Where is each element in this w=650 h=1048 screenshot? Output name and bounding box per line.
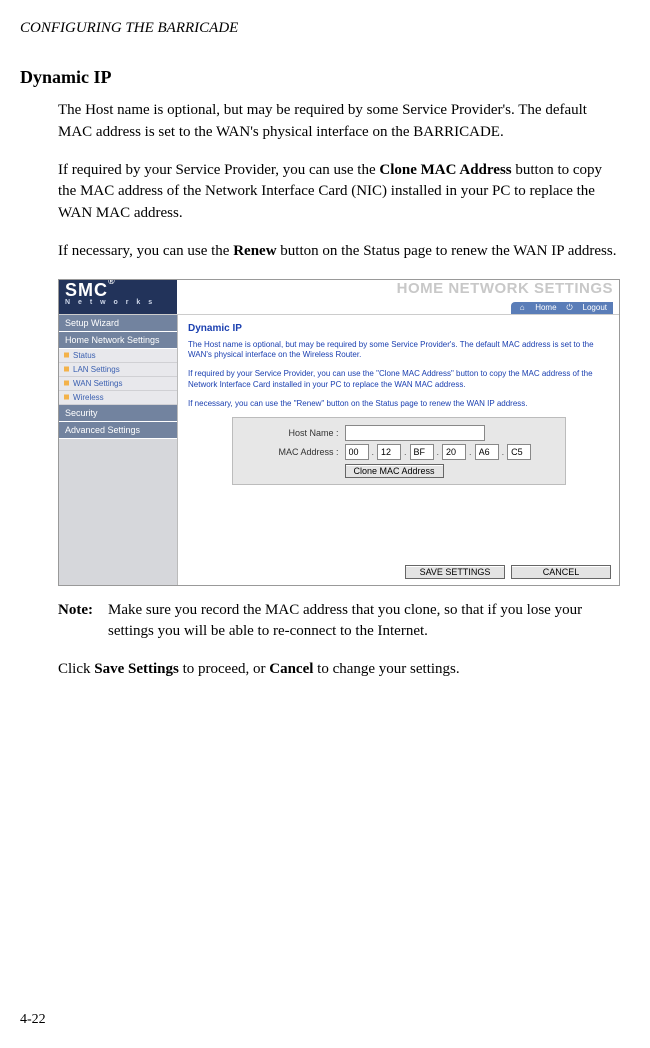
screenshot-ui: SMC® N e t w o r k s HOME NETWORK SETTIN… [58, 279, 620, 586]
closing-c: to change your settings. [313, 661, 459, 677]
mac-seg-6[interactable] [507, 444, 531, 460]
logout-icon[interactable]: ⏻ [565, 303, 575, 313]
paragraph-1: The Host name is optional, but may be re… [58, 100, 620, 144]
para3-a: If necessary, you can use the [58, 243, 233, 259]
logo-reg: ® [108, 280, 116, 286]
nav-wan-settings[interactable]: WAN Settings [59, 377, 177, 391]
mac-sep: . [499, 447, 508, 457]
closing-bold1: Save Settings [94, 661, 179, 677]
closing-paragraph: Click Save Settings to proceed, or Cance… [58, 659, 620, 681]
logout-link[interactable]: Logout [583, 303, 607, 312]
form-box: Host Name : MAC Address : . . . . . Clon… [232, 417, 566, 485]
nav-status[interactable]: Status [59, 349, 177, 363]
banner-title: HOME NETWORK SETTINGS [183, 280, 613, 298]
note-label: Note: [58, 600, 108, 644]
nav-wireless[interactable]: Wireless [59, 391, 177, 405]
mac-seg-1[interactable] [345, 444, 369, 460]
mac-sep: . [401, 447, 410, 457]
para3-bold: Renew [233, 243, 276, 259]
paragraph-2: If required by your Service Provider, yo… [58, 160, 620, 225]
screenshot-header: SMC® N e t w o r k s HOME NETWORK SETTIN… [59, 280, 619, 315]
mac-sep: . [434, 447, 443, 457]
logo-sub: N e t w o r k s [59, 299, 177, 306]
panel-p1: The Host name is optional, but may be re… [188, 340, 609, 362]
para2-a: If required by your Service Provider, yo… [58, 162, 379, 178]
panel-p3: If necessary, you can use the "Renew" bu… [188, 399, 609, 410]
closing-a: Click [58, 661, 94, 677]
logo-text: SMC [65, 280, 108, 300]
mac-seg-4[interactable] [442, 444, 466, 460]
footer-buttons: SAVE SETTINGS CANCEL [405, 565, 611, 579]
closing-b: to proceed, or [179, 661, 269, 677]
mac-seg-5[interactable] [475, 444, 499, 460]
page-number: 4-22 [20, 1012, 46, 1028]
nav-lan-settings[interactable]: LAN Settings [59, 363, 177, 377]
mac-seg-3[interactable] [410, 444, 434, 460]
cancel-button[interactable]: CANCEL [511, 565, 611, 579]
panel-title: Dynamic IP [188, 323, 609, 334]
host-input[interactable] [345, 425, 485, 441]
running-header: CONFIGURING THE BARRICADE [20, 20, 620, 37]
panel-p2: If required by your Service Provider, yo… [188, 369, 609, 391]
closing-bold2: Cancel [269, 661, 313, 677]
host-label: Host Name : [239, 428, 345, 438]
paragraph-3: If necessary, you can use the Renew butt… [58, 241, 620, 263]
nav-setup-wizard[interactable]: Setup Wizard [59, 315, 177, 332]
para3-b: button on the Status page to renew the W… [277, 243, 617, 259]
mac-label: MAC Address : [239, 447, 345, 457]
nav-security[interactable]: Security [59, 405, 177, 422]
home-icon[interactable]: ⌂ [517, 303, 527, 312]
save-settings-button[interactable]: SAVE SETTINGS [405, 565, 505, 579]
mac-sep: . [369, 447, 378, 457]
content-pane: Dynamic IP The Host name is optional, bu… [178, 315, 619, 585]
note: Note: Make sure you record the MAC addre… [58, 600, 620, 644]
toolbar: ⌂ Home ⏻ Logout [511, 302, 613, 314]
para2-bold: Clone MAC Address [379, 162, 511, 178]
home-link[interactable]: Home [535, 303, 556, 312]
nav-home-network[interactable]: Home Network Settings [59, 332, 177, 349]
nav-fill [59, 439, 177, 585]
logo: SMC® N e t w o r k s [59, 280, 177, 314]
sidebar: Setup Wizard Home Network Settings Statu… [59, 315, 178, 585]
nav-advanced[interactable]: Advanced Settings [59, 422, 177, 439]
note-text: Make sure you record the MAC address tha… [108, 600, 620, 644]
mac-sep: . [466, 447, 475, 457]
banner: HOME NETWORK SETTINGS ⌂ Home ⏻ Logout [177, 280, 619, 314]
section-title: Dynamic IP [20, 67, 620, 88]
clone-mac-button[interactable]: Clone MAC Address [345, 464, 444, 478]
mac-seg-2[interactable] [377, 444, 401, 460]
